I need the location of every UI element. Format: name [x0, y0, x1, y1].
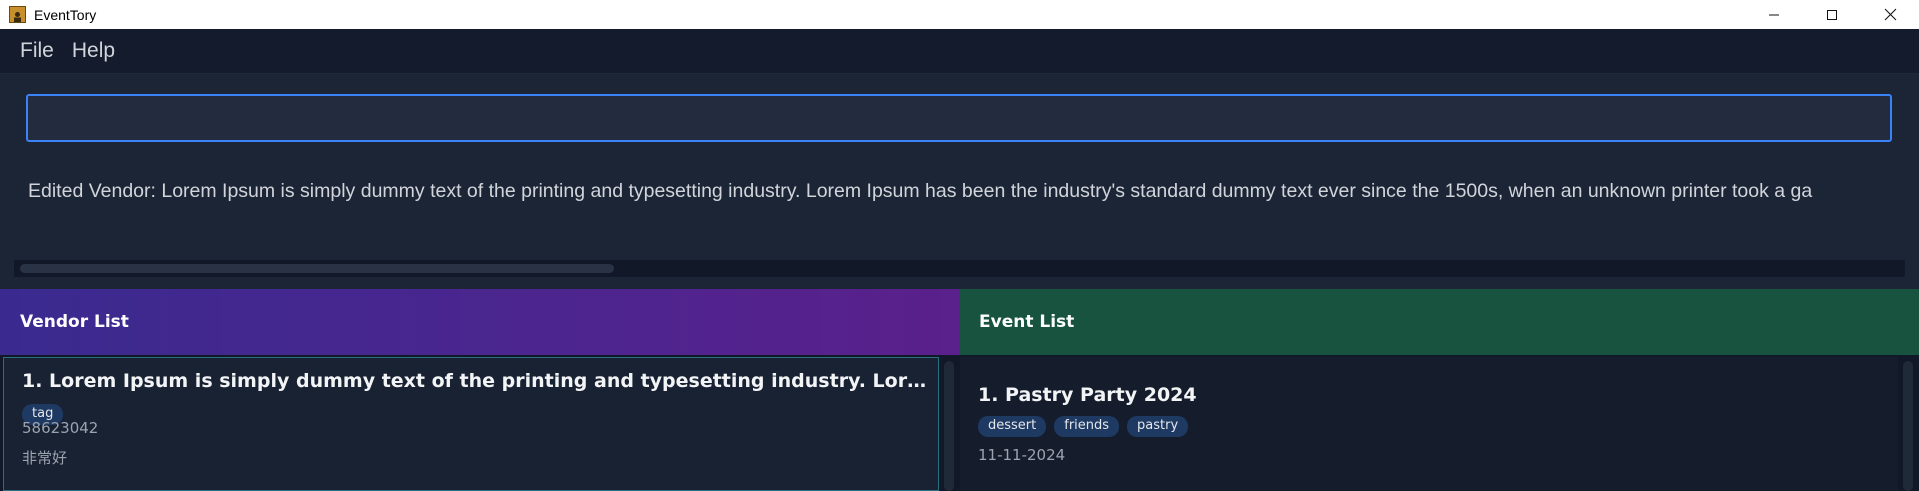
event-date: 11-11-2024: [978, 446, 1066, 464]
event-list-header: Event List: [959, 289, 1919, 355]
window-title: EventTory: [34, 6, 97, 23]
result-text: Edited Vendor: Lorem Ipsum is simply dum…: [28, 180, 1813, 202]
command-area: [0, 74, 1919, 163]
result-display: Edited Vendor: Lorem Ipsum is simply dum…: [0, 163, 1919, 289]
maximize-icon[interactable]: [1803, 0, 1861, 29]
menu-bar: File Help: [0, 29, 1919, 74]
app-icon: [9, 6, 26, 23]
event-tag-pastry: pastry: [1127, 416, 1189, 437]
menu-help[interactable]: Help: [72, 39, 115, 63]
vendor-list-header: Vendor List: [0, 289, 959, 355]
title-bar: EventTory: [0, 0, 1919, 29]
menu-file[interactable]: File: [20, 39, 54, 63]
vendor-list: 1. Lorem Ipsum is simply dummy text of t…: [0, 355, 959, 491]
event-list-scrollbar[interactable]: [1903, 361, 1913, 491]
result-scrollbar[interactable]: [14, 260, 1905, 277]
event-tag-friends: friends: [1054, 416, 1120, 437]
command-input[interactable]: [26, 94, 1892, 142]
event-tags: dessert friends pastry: [978, 416, 1189, 437]
vendor-phone: 58623042: [22, 419, 99, 437]
event-card[interactable]: 1. Pastry Party 2024 dessert friends pas…: [960, 357, 1898, 491]
event-tag-dessert: dessert: [978, 416, 1047, 437]
vendor-list-title: Vendor List: [20, 312, 129, 332]
vendor-description: 非常好: [22, 449, 68, 467]
close-icon[interactable]: [1861, 0, 1919, 29]
event-name: 1. Pastry Party 2024: [978, 384, 1197, 406]
minimize-icon[interactable]: [1745, 0, 1803, 29]
vendor-list-scrollbar[interactable]: [944, 361, 954, 491]
vendor-card[interactable]: 1. Lorem Ipsum is simply dummy text of t…: [3, 357, 939, 491]
event-list: 1. Pastry Party 2024 dessert friends pas…: [959, 355, 1919, 491]
result-scrollbar-thumb[interactable]: [20, 264, 614, 273]
event-list-title: Event List: [979, 312, 1075, 332]
vendor-name: 1. Lorem Ipsum is simply dummy text of t…: [22, 370, 928, 392]
